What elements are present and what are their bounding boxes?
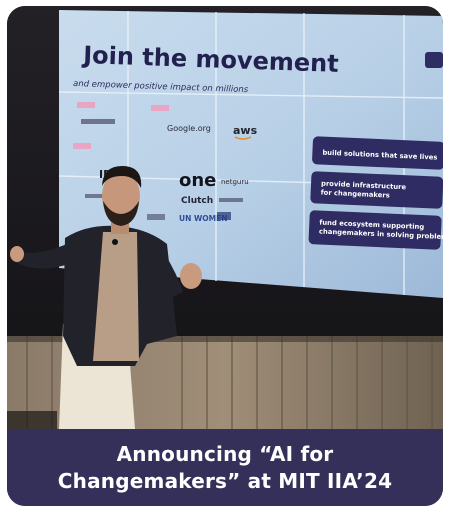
logo-netguru: netguru [221,178,249,186]
speaker-left-hand [10,246,24,262]
caption-banner: Announcing “AI for Changemakers” at MIT … [7,429,443,506]
photo-card: Join the movement and empower positive i… [7,6,443,506]
logo-clutch: Clutch [181,196,213,206]
logo-partner [147,214,165,220]
logo-partner [81,119,115,124]
logo-partner [219,198,243,202]
slide-tag [151,105,169,111]
speaker-right-hand [180,263,202,289]
logo-partner [217,212,231,220]
logo-one: one [179,170,216,191]
caption-line-2: Changemakers” at MIT IIA’24 [57,468,393,493]
logo-google-org: Google.org [167,124,211,133]
slide-tag [73,143,91,149]
slide-tag [77,102,95,108]
caption-line-1: Announcing “AI for [116,441,334,466]
stage-floor [7,411,57,429]
logo-aws: aws [233,124,258,137]
event-photo: Join the movement and empower positive i… [7,6,443,429]
microphone-icon [112,239,118,245]
corner-logo [425,52,443,68]
